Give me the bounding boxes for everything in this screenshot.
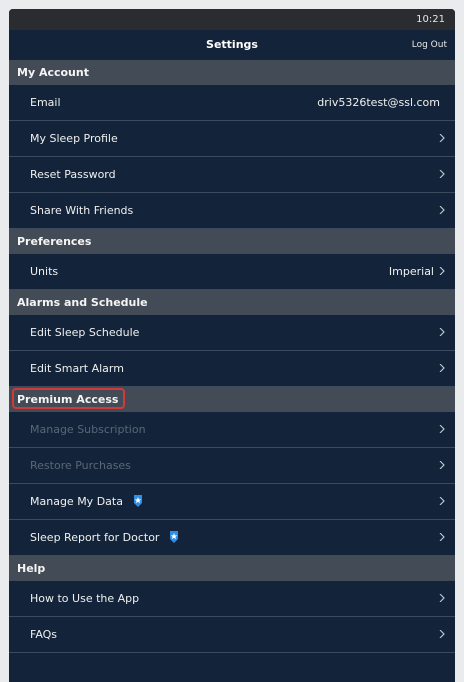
row-label: How to Use the App <box>30 592 140 605</box>
chevron-right-icon <box>439 533 445 541</box>
restore-purchases-row[interactable]: Restore Purchases <box>9 448 455 484</box>
chevron-right-icon <box>439 364 445 372</box>
row-label: Manage Subscription <box>30 423 146 436</box>
row-label-container: Sleep Report for Doctor <box>30 520 179 556</box>
row-label: Edit Sleep Schedule <box>30 326 140 339</box>
reset-password-row[interactable]: Reset Password <box>9 157 455 193</box>
email-label: Email <box>30 96 61 109</box>
premium-star-badge-icon <box>170 531 179 543</box>
settings-screen: 10:21 Settings Log Out My Account Email … <box>9 9 455 682</box>
edit-smart-alarm-row[interactable]: Edit Smart Alarm <box>9 351 455 387</box>
row-label: Reset Password <box>30 168 116 181</box>
chevron-right-icon <box>439 206 445 214</box>
my-sleep-profile-row[interactable]: My Sleep Profile <box>9 121 455 157</box>
section-header-label: My Account <box>17 66 89 79</box>
row-label: My Sleep Profile <box>30 132 118 145</box>
chevron-right-icon <box>439 134 445 142</box>
status-bar: 10:21 <box>9 9 455 30</box>
nav-bar: Settings Log Out <box>9 30 455 60</box>
chevron-right-icon <box>439 170 445 178</box>
row-label: Edit Smart Alarm <box>30 362 124 375</box>
units-value: Imperial <box>388 265 434 278</box>
page-title: Settings <box>206 38 258 51</box>
chevron-right-icon <box>439 461 445 469</box>
manage-subscription-row[interactable]: Manage Subscription <box>9 412 455 448</box>
chevron-right-icon <box>439 630 445 638</box>
section-header-my-account: My Account <box>9 60 455 85</box>
row-label: Restore Purchases <box>30 459 131 472</box>
section-header-alarms: Alarms and Schedule <box>9 290 455 315</box>
logout-button[interactable]: Log Out <box>412 30 447 60</box>
edit-sleep-schedule-row[interactable]: Edit Sleep Schedule <box>9 315 455 351</box>
section-header-label: Preferences <box>17 235 92 248</box>
highlight-box <box>12 388 125 409</box>
units-row[interactable]: Units Imperial <box>9 254 455 290</box>
manage-my-data-row[interactable]: Manage My Data <box>9 484 455 520</box>
section-header-label: Alarms and Schedule <box>17 296 148 309</box>
email-value: driv5326test@ssl.com <box>317 96 440 109</box>
premium-star-badge-icon <box>133 495 142 507</box>
section-header-preferences: Preferences <box>9 229 455 254</box>
section-header-help: Help <box>9 556 455 581</box>
email-row: Email driv5326test@ssl.com <box>9 85 455 121</box>
row-label: FAQs <box>30 628 58 641</box>
sleep-report-for-doctor-row[interactable]: Sleep Report for Doctor <box>9 520 455 556</box>
chevron-right-icon <box>439 425 445 433</box>
chevron-right-icon <box>439 497 445 505</box>
how-to-use-row[interactable]: How to Use the App <box>9 581 455 617</box>
share-with-friends-row[interactable]: Share With Friends <box>9 193 455 229</box>
row-label: Share With Friends <box>30 204 134 217</box>
section-header-label: Help <box>17 562 46 575</box>
section-header-premium: Premium Access <box>9 387 455 412</box>
chevron-right-icon <box>439 594 445 602</box>
row-label-container: Manage My Data <box>30 484 143 520</box>
faqs-row[interactable]: FAQs <box>9 617 455 653</box>
row-label: Manage My Data <box>30 495 123 508</box>
chevron-right-icon <box>439 328 445 336</box>
status-time: 10:21 <box>416 14 445 25</box>
chevron-right-icon <box>439 267 445 275</box>
row-label: Units <box>30 265 59 278</box>
row-label: Sleep Report for Doctor <box>30 531 160 544</box>
